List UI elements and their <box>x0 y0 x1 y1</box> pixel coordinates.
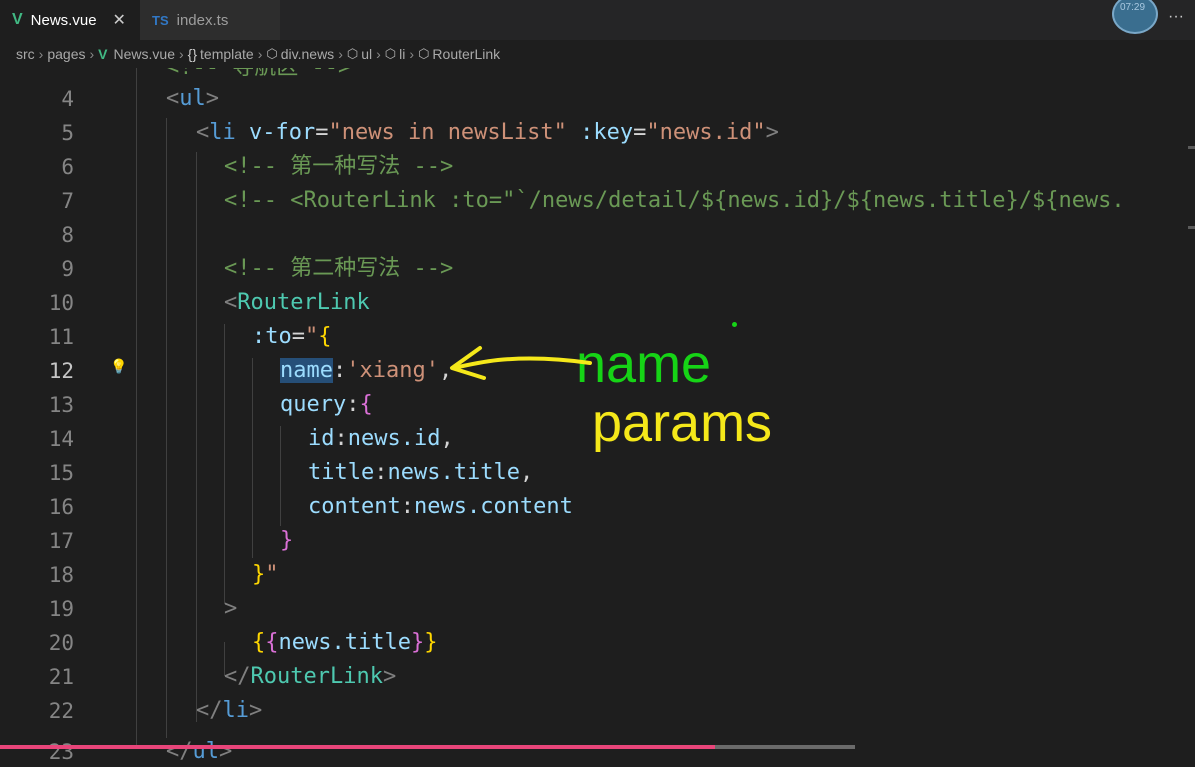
code-line[interactable]: 21 </RouterLink> <box>0 660 1195 694</box>
line-number: 19 <box>48 597 74 621</box>
tab-index-ts[interactable]: TS index.ts <box>140 0 280 40</box>
line-number: 18 <box>48 563 74 587</box>
braces-icon: {} <box>187 46 198 62</box>
breadcrumb-src[interactable]: src <box>16 46 35 62</box>
code-comment: <!-- 第一种写法 --> <box>224 154 454 179</box>
tab-news-vue[interactable]: V News.vue ✕ <box>0 0 140 40</box>
line-number: 11 <box>48 325 74 349</box>
element-icon: ⬡ <box>384 46 397 61</box>
vue-file-icon: V <box>12 11 23 28</box>
code-line[interactable]: 8 <box>0 218 1195 252</box>
element-icon: ⬡ <box>418 46 430 61</box>
code-line[interactable]: 10 <RouterLink <box>0 286 1195 320</box>
breadcrumb-template[interactable]: template <box>200 46 254 62</box>
clock-time: 07:29 <box>1120 2 1146 13</box>
code-text: }" <box>252 562 279 587</box>
chevron-right-icon: › <box>257 46 263 62</box>
code-line[interactable]: 4 <ul> <box>0 82 1195 116</box>
chevron-right-icon: › <box>376 46 381 62</box>
chevron-right-icon: › <box>89 46 95 62</box>
scroll-marker <box>1188 146 1195 149</box>
line-number: 17 <box>48 529 74 553</box>
chevron-right-icon: › <box>338 46 343 62</box>
chevron-right-icon: › <box>178 46 184 62</box>
code-line[interactable]: 23 </ul> <box>0 735 1195 767</box>
code-comment: <!-- <RouterLink :to="`/news/detail/${ne… <box>224 188 1125 213</box>
element-icon: ⬡ <box>346 46 359 61</box>
horizontal-scrollbar[interactable] <box>0 745 715 749</box>
code-text: query:{ <box>280 392 373 417</box>
code-text: <RouterLink <box>224 290 370 315</box>
code-text: {{news.title}} <box>252 630 438 655</box>
lightbulb-icon[interactable]: 💡 <box>110 358 127 375</box>
code-text: </li> <box>196 698 263 723</box>
breadcrumb: src › pages › V News.vue › {} template ›… <box>0 40 1195 68</box>
code-line[interactable]: 19 > <box>0 592 1195 626</box>
scrollbar-thumb[interactable] <box>715 745 855 749</box>
annotation-params: params <box>592 393 773 453</box>
line-number: 5 <box>61 121 74 145</box>
code-text: content:news.content <box>308 494 573 519</box>
code-line[interactable]: 6 <!-- 第一种写法 --> <box>0 150 1195 184</box>
code-text: <li v-for="news in newsList" :key="news.… <box>196 120 779 145</box>
vue-file-icon: V <box>98 46 108 62</box>
arrow-annotation <box>450 346 592 380</box>
tab-bar: V News.vue ✕ TS index.ts 07:29 ··· <box>0 0 1195 40</box>
code-text: > <box>224 596 238 621</box>
line-number: 21 <box>48 665 74 689</box>
code-comment: <!-- 第二种写法 --> <box>224 256 454 281</box>
line-number: 23 <box>48 740 74 764</box>
code-text: title:news.title, <box>308 460 534 485</box>
line-number: 9 <box>61 257 74 281</box>
breadcrumb-div[interactable]: div.news <box>281 46 334 62</box>
tab-label: News.vue <box>30 11 97 29</box>
chevron-right-icon: › <box>409 46 415 62</box>
code-text: } <box>280 528 294 553</box>
line-number: 14 <box>48 427 74 451</box>
breadcrumb-routerlink[interactable]: RouterLink <box>432 46 500 62</box>
line-number: 10 <box>48 291 74 315</box>
breadcrumb-li[interactable]: li <box>399 46 405 62</box>
breadcrumb-pages[interactable]: pages <box>47 46 85 62</box>
close-icon[interactable]: ✕ <box>113 10 126 30</box>
code-line[interactable]: 9 <!-- 第二种写法 --> <box>0 252 1195 286</box>
code-line[interactable]: 17 } <box>0 524 1195 558</box>
code-text: </ul> <box>166 739 233 764</box>
line-number: 7 <box>61 189 74 213</box>
scroll-marker <box>1188 226 1195 229</box>
code-text: id:news.id, <box>308 426 454 451</box>
code-text: name:'xiang', <box>280 358 453 383</box>
line-number: 15 <box>48 461 74 485</box>
line-number: 8 <box>61 223 74 247</box>
chevron-right-icon: › <box>38 46 44 62</box>
code-text: <ul> <box>166 86 219 111</box>
line-number: 4 <box>61 87 74 111</box>
line-number: 22 <box>48 699 74 723</box>
code-line[interactable]: 20 {{news.title}} <box>0 626 1195 660</box>
more-actions-icon[interactable]: ··· <box>1168 8 1184 26</box>
breadcrumb-ul[interactable]: ul <box>361 46 372 62</box>
typescript-file-icon: TS <box>152 12 169 28</box>
code-text: :to="{ <box>252 324 332 349</box>
breadcrumb-file[interactable]: News.vue <box>114 46 175 62</box>
tab-label: index.ts <box>176 11 229 29</box>
annotation-dot <box>732 322 737 327</box>
code-text: </RouterLink> <box>224 664 397 689</box>
line-number: 6 <box>61 155 74 179</box>
element-icon: ⬡ <box>266 46 278 61</box>
code-line[interactable]: 22 </li> <box>0 694 1195 728</box>
code-line[interactable]: 7 <!-- <RouterLink :to="`/news/detail/${… <box>0 184 1195 218</box>
line-number: 12 <box>48 359 74 383</box>
line-number: 13 <box>48 393 74 417</box>
code-editor[interactable]: <!-- 导航区 --> 4 <ul> 5 <li v-for="news in… <box>0 68 1195 767</box>
code-line[interactable]: 16 content:news.content <box>0 490 1195 524</box>
code-line[interactable]: 15 title:news.title, <box>0 456 1195 490</box>
line-number: 20 <box>48 631 74 655</box>
line-number: 16 <box>48 495 74 519</box>
code-line[interactable]: 5 <li v-for="news in newsList" :key="new… <box>0 116 1195 150</box>
code-line[interactable]: 18 }" <box>0 558 1195 592</box>
